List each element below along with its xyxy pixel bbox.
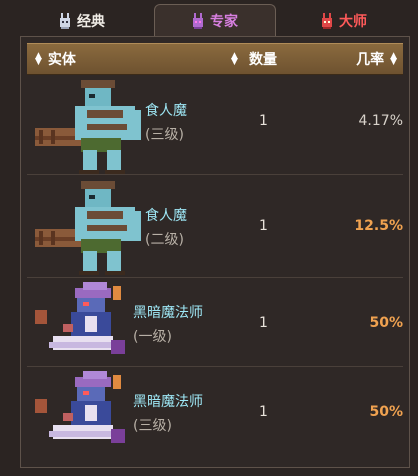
bunny-icon [193, 13, 203, 29]
drop-table: ▲ ▼ 实体 ▲ ▼ 数量 几率 ▲ ▼ 食人魔 (三级) 1 4.17% 食人… [20, 36, 410, 468]
quantity-value: 1 [259, 218, 268, 234]
drop-rate: 4.17% [358, 113, 403, 129]
dark-mage-icon [35, 371, 125, 443]
sort-icon: ▲ ▼ [35, 51, 42, 67]
table-row[interactable]: 黑暗魔法师 (一级) 1 50% [27, 278, 403, 367]
dark-mage-icon [35, 282, 125, 354]
entity-name: 食人魔 [145, 103, 187, 119]
ogre-icon [35, 181, 141, 275]
bunny-icon [322, 13, 332, 29]
table-row[interactable]: 食人魔 (二级) 1 12.5% [27, 175, 403, 278]
table-row[interactable]: 食人魔 (三级) 1 4.17% [27, 74, 403, 175]
column-header-rate[interactable]: 几率 ▲ ▼ [356, 44, 397, 74]
tab-expert[interactable]: 专家 [154, 4, 276, 37]
tab-label: 大师 [339, 14, 367, 30]
drop-rate: 12.5% [354, 218, 403, 234]
quantity-value: 1 [259, 404, 268, 420]
drop-rate: 50% [369, 315, 403, 331]
tab-label: 专家 [210, 14, 238, 30]
quantity-value: 1 [259, 315, 268, 331]
column-header-entity[interactable]: ▲ ▼ 实体 [35, 44, 76, 74]
entity-name: 黑暗魔法师 [133, 394, 203, 410]
drop-rate: 50% [369, 404, 403, 420]
entity-tier: (三级) [133, 418, 172, 434]
entity-tier: (二级) [145, 232, 184, 248]
difficulty-tabs: 经典 专家 大师 [0, 0, 418, 37]
table-header: ▲ ▼ 实体 ▲ ▼ 数量 几率 ▲ ▼ [27, 43, 403, 75]
bunny-icon [60, 13, 70, 29]
sort-icon: ▲ ▼ [231, 51, 238, 67]
tab-classic[interactable]: 经典 [20, 6, 144, 36]
ogre-icon [35, 80, 141, 174]
entity-tier: (三级) [145, 127, 184, 143]
column-header-quantity[interactable]: 数量 [249, 44, 277, 74]
table-row[interactable]: 黑暗魔法师 (三级) 1 50% [27, 367, 403, 455]
tab-label: 经典 [77, 14, 105, 30]
sort-quantity-toggle[interactable]: ▲ ▼ [231, 44, 244, 74]
drop-table-panel: 经典 专家 大师 ▲ ▼ 实体 ▲ ▼ 数量 几率 ▲ ▼ 食人魔 (三级) 1… [0, 0, 418, 476]
tab-master[interactable]: 大师 [284, 6, 404, 36]
entity-name: 食人魔 [145, 208, 187, 224]
entity-name: 黑暗魔法师 [133, 305, 203, 321]
quantity-value: 1 [259, 113, 268, 129]
entity-tier: (一级) [133, 329, 172, 345]
sort-icon: ▲ ▼ [390, 51, 397, 67]
